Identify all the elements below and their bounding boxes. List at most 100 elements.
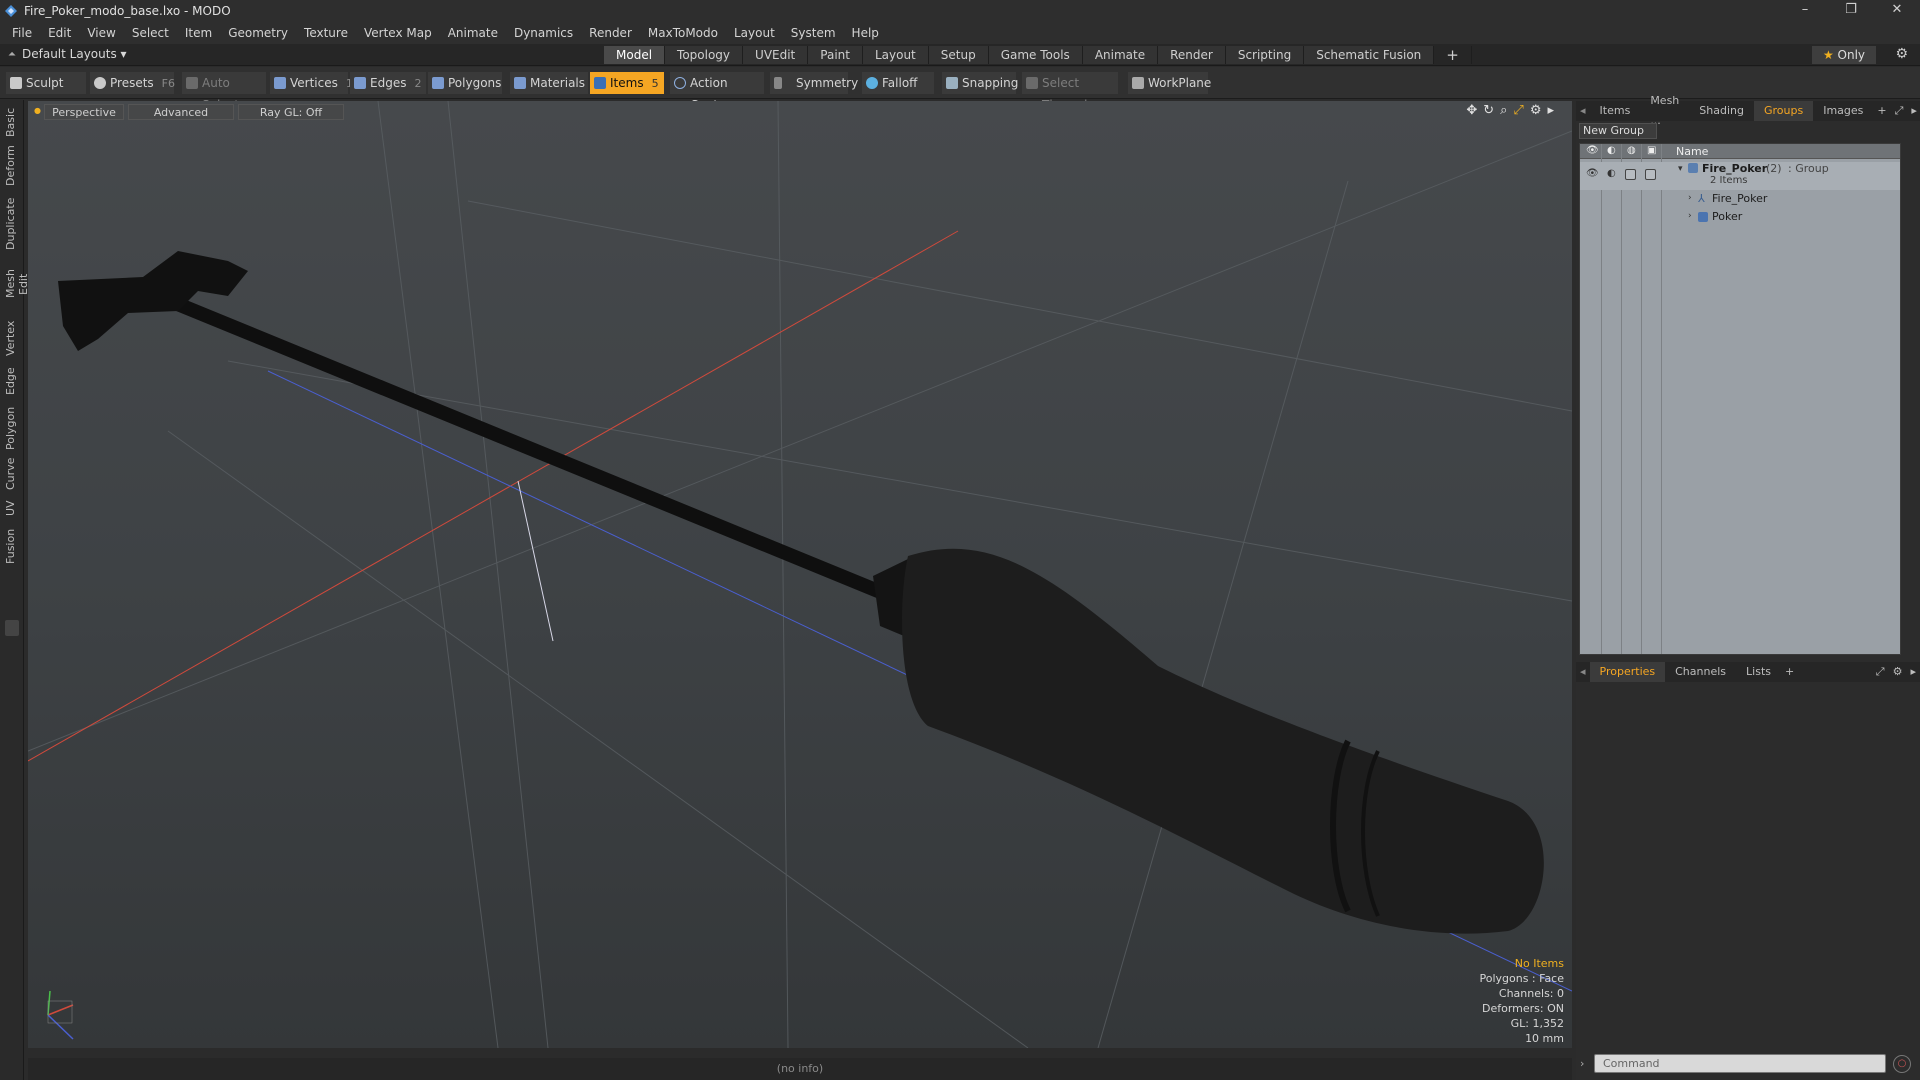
- viewport-menu-icon[interactable]: ●: [34, 106, 41, 115]
- tree-row-child[interactable]: › Poker: [1580, 209, 1900, 227]
- snapping-button[interactable]: Snapping: [942, 72, 1018, 94]
- menu-select[interactable]: Select: [124, 26, 177, 40]
- items-button[interactable]: Items 5: [590, 72, 664, 94]
- new-group-button[interactable]: New Group: [1579, 123, 1657, 139]
- add-panel-tab-button[interactable]: +: [1873, 101, 1890, 121]
- tab-lists[interactable]: Lists: [1736, 662, 1781, 682]
- menu-item[interactable]: Item: [177, 26, 220, 40]
- name-column-header[interactable]: Name: [1676, 145, 1708, 158]
- tab-animate[interactable]: Animate: [1082, 46, 1159, 64]
- action-center-button[interactable]: Action Center: [670, 72, 764, 112]
- bottom-panel-menu-icon[interactable]: ◂: [1576, 662, 1590, 682]
- tab-scripting[interactable]: Scripting: [1225, 46, 1305, 64]
- visibility-eye-icon[interactable]: 👁: [1586, 168, 1599, 179]
- add-bottom-tab-button[interactable]: +: [1781, 662, 1798, 682]
- menu-view[interactable]: View: [79, 26, 123, 40]
- tab-topology[interactable]: Topology: [665, 46, 744, 64]
- left-tab-edge[interactable]: Edge: [4, 364, 20, 398]
- presets-button[interactable]: Presets F6: [90, 72, 175, 94]
- command-history-arrow-icon[interactable]: ›: [1580, 1057, 1584, 1070]
- select-through-button[interactable]: Select Through: [1022, 72, 1118, 112]
- falloff-button[interactable]: Falloff: [862, 72, 934, 94]
- render-column-icon[interactable]: ◐: [1607, 145, 1616, 156]
- left-tab-deform[interactable]: Deform: [4, 144, 20, 188]
- tab-model[interactable]: Model: [604, 46, 666, 64]
- tab-render[interactable]: Render: [1158, 46, 1226, 64]
- render-toggle-icon[interactable]: ◐: [1607, 168, 1616, 179]
- gear-icon[interactable]: ⚙: [1895, 46, 1908, 62]
- menu-layout[interactable]: Layout: [726, 26, 783, 40]
- menu-vertex-map[interactable]: Vertex Map: [356, 26, 440, 40]
- tab-paint[interactable]: Paint: [808, 46, 863, 64]
- select-checkbox[interactable]: [1645, 169, 1656, 180]
- command-input[interactable]: Command: [1594, 1054, 1886, 1073]
- materials-button[interactable]: Materials: [510, 72, 588, 94]
- left-tab-duplicate[interactable]: Duplicate: [4, 196, 20, 252]
- left-tab-basic[interactable]: Basic: [4, 104, 20, 140]
- workplane-button[interactable]: WorkPlane: [1128, 72, 1211, 94]
- left-tab-curve[interactable]: Curve: [4, 456, 20, 492]
- maximize-button[interactable]: ❐: [1828, 0, 1874, 22]
- panel-arrow-icon[interactable]: ▸: [1907, 101, 1920, 121]
- tab-items[interactable]: Items: [1590, 101, 1641, 121]
- tab-shading[interactable]: Shading: [1689, 101, 1754, 121]
- menu-dynamics[interactable]: Dynamics: [506, 26, 581, 40]
- select-column-icon[interactable]: ▣: [1647, 145, 1656, 156]
- bottom-arrow-icon[interactable]: ▸: [1906, 662, 1920, 682]
- tab-layout[interactable]: Layout: [862, 46, 929, 64]
- menu-maxtomodo[interactable]: MaxToModo: [640, 26, 726, 40]
- expand-arrow-icon[interactable]: ▸: [1547, 103, 1554, 118]
- menu-system[interactable]: System: [783, 26, 844, 40]
- layouts-dropdown[interactable]: ⏶ Default Layouts ▾: [8, 47, 127, 61]
- tab-images[interactable]: Images: [1813, 101, 1873, 121]
- lock-column-icon[interactable]: ◍: [1627, 145, 1636, 156]
- left-tab-mesh-edit[interactable]: Mesh Edit: [4, 258, 30, 310]
- pan-icon[interactable]: ✥: [1466, 103, 1477, 118]
- minimize-button[interactable]: –: [1782, 0, 1828, 22]
- tab-uvedit[interactable]: UVEdit: [743, 46, 809, 64]
- menu-texture[interactable]: Texture: [296, 26, 356, 40]
- left-tab-fusion[interactable]: Fusion: [4, 526, 20, 566]
- left-tab-uv[interactable]: UV: [4, 496, 20, 520]
- lock-checkbox[interactable]: [1625, 169, 1636, 180]
- left-panel-toggle[interactable]: [5, 620, 19, 636]
- expand-panel-icon[interactable]: ⤢: [1891, 101, 1908, 121]
- menu-help[interactable]: Help: [844, 26, 887, 40]
- add-tab-button[interactable]: +: [1434, 46, 1472, 64]
- auto-select-button[interactable]: Auto Select: [182, 72, 266, 112]
- panel-menu-icon[interactable]: ◂: [1576, 101, 1590, 121]
- sculpt-button[interactable]: Sculpt: [6, 72, 86, 94]
- 3d-viewport[interactable]: [28, 101, 1572, 1048]
- left-tab-polygon[interactable]: Polygon: [4, 404, 20, 452]
- visibility-column-icon[interactable]: 👁: [1586, 145, 1599, 156]
- menu-file[interactable]: File: [0, 26, 40, 40]
- fit-icon[interactable]: ⤢: [1513, 103, 1523, 118]
- bottom-expand-icon[interactable]: ⤢: [1872, 662, 1889, 682]
- close-button[interactable]: ✕: [1874, 0, 1920, 22]
- tab-game-tools[interactable]: Game Tools: [988, 46, 1083, 64]
- raygl-button[interactable]: Ray GL: Off: [238, 104, 344, 120]
- edges-button[interactable]: Edges 2: [350, 72, 426, 94]
- rotate-icon[interactable]: ↻: [1483, 103, 1494, 118]
- menu-edit[interactable]: Edit: [40, 26, 79, 40]
- zoom-icon[interactable]: ⌕: [1500, 103, 1507, 118]
- tree-row-child[interactable]: › ⅄ Fire_Poker: [1580, 191, 1900, 209]
- shading-button[interactable]: Advanced: [128, 104, 234, 120]
- command-clear-icon[interactable]: ○: [1893, 1055, 1911, 1073]
- tab-properties[interactable]: Properties: [1589, 662, 1666, 682]
- menu-render[interactable]: Render: [581, 26, 640, 40]
- left-tab-vertex[interactable]: Vertex: [4, 318, 20, 358]
- tab-groups[interactable]: Groups: [1753, 101, 1814, 121]
- collapse-arrow-icon[interactable]: ▾: [1678, 164, 1683, 174]
- menu-geometry[interactable]: Geometry: [220, 26, 296, 40]
- bottom-settings-icon[interactable]: ⚙: [1889, 662, 1907, 682]
- view-mode-button[interactable]: Perspective: [44, 104, 124, 120]
- menu-animate[interactable]: Animate: [440, 26, 506, 40]
- tab-schematic-fusion[interactable]: Schematic Fusion: [1304, 46, 1435, 64]
- symmetry-button[interactable]: Symmetry: [770, 72, 858, 94]
- polygons-button[interactable]: Polygons: [428, 72, 502, 94]
- viewport-settings-icon[interactable]: ⚙: [1530, 103, 1542, 118]
- tab-channels[interactable]: Channels: [1665, 662, 1736, 682]
- tab-setup[interactable]: Setup: [928, 46, 989, 64]
- vertices-button[interactable]: Vertices1: [270, 72, 353, 94]
